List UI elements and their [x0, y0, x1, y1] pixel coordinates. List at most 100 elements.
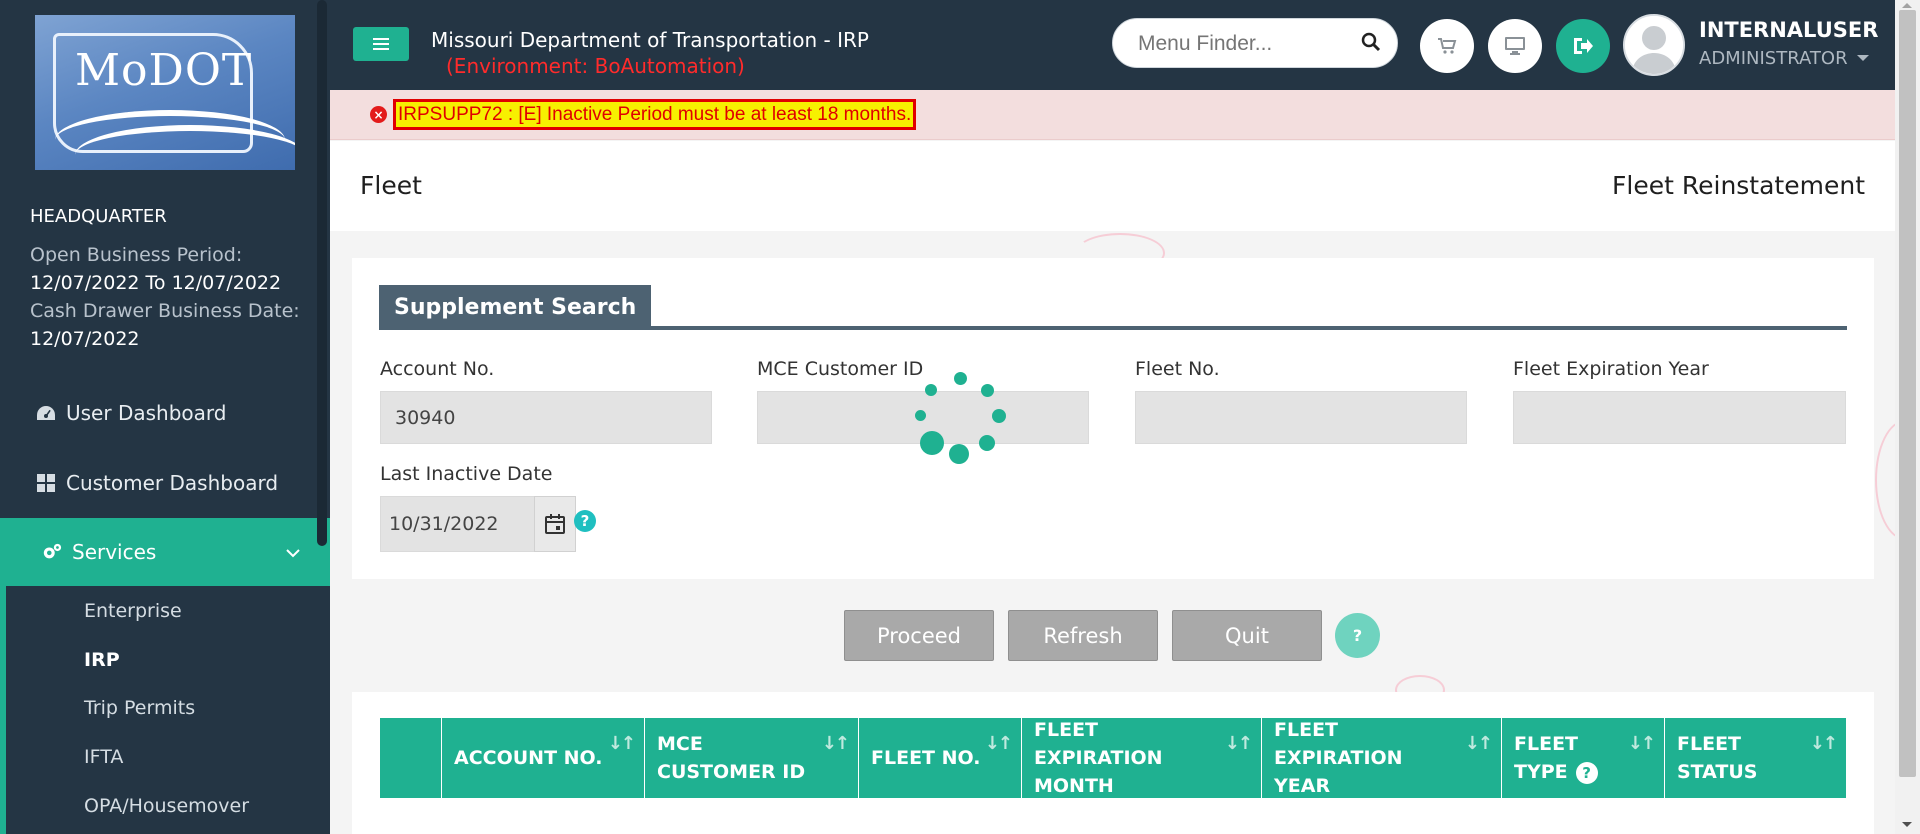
sort-icon[interactable]: ↓↑ [1810, 730, 1838, 758]
menu-finder[interactable] [1112, 18, 1398, 68]
error-message: IRPSUPP72 : [E] Inactive Period must be … [393, 99, 917, 130]
dashboard-icon [36, 403, 56, 423]
column-label: FLEET NO. [871, 747, 981, 769]
gears-icon [42, 542, 62, 562]
hamburger-icon [373, 43, 389, 45]
quit-button[interactable]: Quit [1172, 610, 1322, 661]
refresh-button[interactable]: Refresh [1008, 610, 1158, 661]
sidebar: MoDOT HEADQUARTER Open Business Period: … [0, 0, 330, 834]
nav-user-dashboard[interactable]: User Dashboard [0, 379, 330, 447]
search-icon[interactable] [1361, 32, 1381, 52]
spinner-dot [954, 372, 967, 385]
spinner-dot [949, 444, 969, 464]
logout-button[interactable] [1556, 19, 1610, 73]
nav-customer-dashboard[interactable]: Customer Dashboard [0, 449, 330, 517]
last-inactive-date-label: Last Inactive Date [380, 463, 553, 485]
fleet-no-input[interactable] [1135, 391, 1467, 444]
sort-icon[interactable]: ↓↑ [985, 730, 1013, 758]
cash-drawer-value: 12/07/2022 [30, 328, 140, 350]
app-title: Missouri Department of Transportation - … [431, 28, 869, 52]
nav-label: User Dashboard [66, 401, 227, 425]
submenu-item-ifta[interactable]: IFTA [84, 746, 123, 768]
sort-icon[interactable]: ↓↑ [1225, 730, 1253, 758]
spinner-dot [992, 409, 1006, 423]
section-header: Supplement Search [379, 285, 1847, 330]
proceed-button[interactable]: Proceed [844, 610, 994, 661]
nav-label: Services [72, 540, 157, 564]
column-header-fleet-no[interactable]: FLEET NO. ↓↑ [859, 718, 1022, 798]
column-header-fleet-exp-year[interactable]: FLEET EXPIRATION YEAR ↓↑ [1262, 718, 1502, 798]
user-avatar-icon [1625, 16, 1683, 74]
scroll-up-arrow-icon[interactable] [1902, 3, 1912, 8]
column-header-mce-customer-id[interactable]: MCE CUSTOMER ID ↓↑ [645, 718, 859, 798]
sort-icon[interactable]: ↓↑ [608, 730, 636, 758]
column-label: ACCOUNT NO. [454, 747, 603, 769]
chevron-down-icon [286, 543, 300, 562]
open-period-value: 12/07/2022 To 12/07/2022 [30, 272, 282, 294]
scrollbar-thumb[interactable] [1899, 10, 1916, 777]
sidebar-scrollbar[interactable] [317, 0, 327, 546]
column-label: FLEET EXPIRATION YEAR [1274, 719, 1403, 797]
last-inactive-date-input[interactable]: 10/31/2022 [380, 496, 536, 552]
results-table-header: ACCOUNT NO. ↓↑ MCE CUSTOMER ID ↓↑ FLEET NO… [380, 718, 1846, 798]
column-header-fleet-status[interactable]: FLEET STATUS ↓↑ [1665, 718, 1846, 798]
column-header-fleet-exp-month[interactable]: FLEET EXPIRATION MONTH ↓↑ [1022, 718, 1262, 798]
account-no-input[interactable]: 30940 [380, 391, 712, 444]
sort-icon[interactable]: ↓↑ [1628, 730, 1656, 758]
column-header-fleet-type[interactable]: FLEET TYPE? ↓↑ [1502, 718, 1665, 798]
avatar[interactable] [1623, 14, 1685, 76]
fleet-expiration-year-label: Fleet Expiration Year [1513, 358, 1709, 380]
caret-down-icon[interactable] [1857, 55, 1869, 61]
date-help-icon[interactable]: ? [574, 510, 596, 532]
loading-spinner [910, 368, 1010, 468]
spinner-dot [920, 431, 944, 455]
spinner-dot [925, 384, 937, 396]
column-label: FLEET STATUS [1677, 733, 1758, 783]
nav-services[interactable]: Services [0, 518, 330, 586]
menu-finder-input[interactable] [1138, 30, 1348, 58]
page-title: Fleet [360, 171, 422, 200]
page-title-bar: Fleet Fleet Reinstatement [330, 141, 1895, 231]
sort-icon[interactable]: ↓↑ [822, 730, 850, 758]
account-no-label: Account No. [380, 358, 495, 380]
submenu-item-irp[interactable]: IRP [84, 649, 120, 671]
fleet-expiration-year-input[interactable] [1513, 391, 1846, 444]
cash-drawer-label: Cash Drawer Business Date: [30, 300, 300, 322]
column-label: FLEET EXPIRATION MONTH [1034, 719, 1163, 797]
fleet-no-label: Fleet No. [1135, 358, 1220, 380]
services-submenu: Enterprise IRP Trip Permits IFTA OPA/Hou… [0, 586, 330, 834]
cart-icon [1438, 38, 1457, 54]
environment-label: (Environment: BoAutomation) [446, 54, 745, 78]
user-name[interactable]: INTERNALUSER [1699, 18, 1878, 42]
location-label: HEADQUARTER [30, 206, 167, 227]
monitor-icon [1505, 37, 1525, 55]
error-circle-icon: × [370, 106, 387, 123]
hamburger-menu-button[interactable] [353, 27, 409, 61]
calendar-button[interactable] [534, 496, 576, 552]
sort-icon[interactable]: ↓↑ [1465, 730, 1493, 758]
logo-text: MoDOT [75, 45, 253, 96]
help-icon[interactable]: ? [1335, 613, 1380, 658]
column-header-select [380, 718, 442, 798]
page-subtitle: Fleet Reinstatement [1612, 171, 1865, 200]
submenu-item-trip-permits[interactable]: Trip Permits [84, 697, 195, 719]
cart-button[interactable] [1420, 19, 1474, 73]
submenu-item-enterprise[interactable]: Enterprise [84, 600, 182, 622]
fleet-type-help-icon[interactable]: ? [1575, 762, 1598, 784]
open-period-label: Open Business Period: [30, 244, 243, 266]
section-title: Supplement Search [379, 285, 652, 330]
user-role[interactable]: ADMINISTRATOR [1699, 48, 1848, 69]
display-button[interactable] [1488, 19, 1542, 73]
scroll-down-arrow-icon[interactable] [1902, 822, 1912, 827]
page-scrollbar[interactable] [1895, 0, 1920, 834]
modot-logo: MoDOT [35, 15, 295, 170]
column-label: FLEET TYPE? [1514, 730, 1614, 786]
calendar-icon [545, 514, 565, 534]
spinner-dot [979, 435, 995, 451]
column-header-account-no[interactable]: ACCOUNT NO. ↓↑ [442, 718, 645, 798]
column-label: MCE CUSTOMER ID [657, 733, 806, 783]
top-header: Missouri Department of Transportation - … [330, 0, 1920, 90]
mce-customer-id-label: MCE Customer ID [757, 358, 924, 380]
error-alert: × IRPSUPP72 : [E] Inactive Period must b… [330, 90, 1895, 140]
submenu-item-opa-housemover[interactable]: OPA/Housemover [84, 795, 249, 817]
